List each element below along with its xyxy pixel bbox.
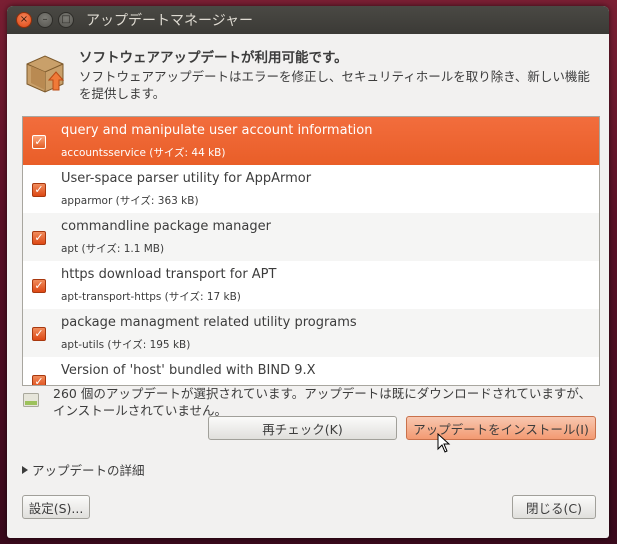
update-package: apparmor (サイズ: 363 kB): [61, 195, 199, 207]
description: ソフトウェアアップデートはエラーを修正し、セキュリティホールを取り除き、新しい機…: [79, 69, 590, 101]
download-status-icon: [23, 393, 39, 407]
titlebar: × – □ アップデートマネージャー: [7, 6, 609, 34]
update-row[interactable]: ✓ query and manipulate user account info…: [23, 117, 599, 165]
header: ソフトウェアアップデートが利用可能です。 ソフトウェアアップデートはエラーを修正…: [7, 34, 609, 114]
details-label: アップデートの詳細: [32, 463, 145, 478]
mouse-cursor-icon: [437, 433, 451, 453]
window-close-icon[interactable]: ×: [16, 12, 32, 28]
status-text: 260 個のアップデートが選択されています。アップデートは既にダウンロードされて…: [53, 386, 592, 418]
update-title: query and manipulate user account inform…: [61, 123, 373, 138]
update-package: accountsservice (サイズ: 44 kB): [61, 147, 226, 159]
update-checkbox[interactable]: ✓: [32, 183, 46, 197]
update-list[interactable]: ✓ query and manipulate user account info…: [22, 116, 600, 386]
package-update-icon: [26, 55, 65, 93]
update-checkbox[interactable]: ✓: [32, 231, 46, 245]
update-title: User-space parser utility for AppArmor: [61, 171, 312, 186]
update-checkbox[interactable]: ✓: [32, 279, 46, 293]
update-row[interactable]: ✓ package managment related utility prog…: [23, 309, 599, 357]
heading: ソフトウェアアップデートが利用可能です。: [79, 50, 348, 66]
update-row[interactable]: ✓ commandline package manager apt (サイズ: …: [23, 213, 599, 261]
update-package: apt (サイズ: 1.1 MB): [61, 243, 165, 255]
window-title: アップデートマネージャー: [86, 13, 254, 29]
details-expander[interactable]: アップデートの詳細: [22, 460, 145, 479]
update-checkbox[interactable]: ✓: [32, 327, 46, 341]
update-row[interactable]: ✓ https download transport for APT apt-t…: [23, 261, 599, 309]
update-title: https download transport for APT: [61, 267, 277, 282]
settings-button[interactable]: 設定(S)...: [22, 495, 90, 519]
status-area: 260 個のアップデートが選択されています。アップデートは既にダウンロードされて…: [21, 384, 601, 418]
update-manager-window: × – □ アップデートマネージャー ソフトウェアアップデートが利用可能です。 …: [7, 6, 609, 538]
update-package: apt-transport-https (サイズ: 17 kB): [61, 291, 241, 303]
update-title: commandline package manager: [61, 219, 271, 234]
update-package: apt-utils (サイズ: 195 kB): [61, 339, 191, 351]
window-maximize-icon[interactable]: □: [58, 12, 74, 28]
window-minimize-icon[interactable]: –: [37, 12, 53, 28]
update-row[interactable]: ✓ User-space parser utility for AppArmor…: [23, 165, 599, 213]
update-checkbox[interactable]: ✓: [32, 135, 46, 149]
install-updates-button[interactable]: アップデートをインストール(I): [406, 416, 596, 440]
update-title: package managment related utility progra…: [61, 315, 357, 330]
close-button[interactable]: 閉じる(C): [512, 495, 596, 519]
update-title: Version of 'host' bundled with BIND 9.X: [61, 363, 316, 378]
recheck-button[interactable]: 再チェック(K): [208, 416, 397, 440]
expander-arrow-icon: [22, 465, 28, 474]
update-row[interactable]: ✓ Version of 'host' bundled with BIND 9.…: [23, 357, 599, 385]
